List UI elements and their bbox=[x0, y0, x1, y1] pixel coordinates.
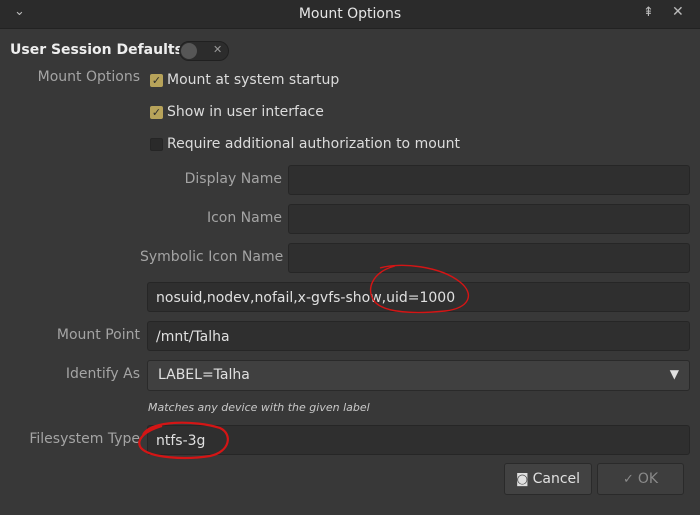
field-value: nosuid,nodev,nofail,x-gvfs-show,uid=1000 bbox=[156, 290, 456, 306]
checkmark-icon: ✓ bbox=[622, 471, 634, 487]
identify-as-label: Identify As bbox=[65, 366, 140, 382]
filesystem-type-field[interactable]: ntfs-3g bbox=[147, 425, 690, 455]
ok-button[interactable]: ✓ OK bbox=[597, 463, 684, 495]
cancel-button[interactable]: ◙ Cancel bbox=[504, 463, 592, 495]
checkbox-show-in-ui[interactable]: ✓ Show in user interface bbox=[150, 102, 324, 122]
checkbox-unchecked-icon[interactable] bbox=[150, 137, 163, 151]
dropdown-arrow-icon: ▼ bbox=[669, 367, 679, 381]
checkbox-checked-icon[interactable]: ✓ bbox=[150, 73, 163, 87]
checkbox-mount-at-startup[interactable]: ✓ Mount at system startup bbox=[150, 70, 339, 90]
toggle-knob bbox=[181, 43, 197, 59]
toggle-off-icon: ✕ bbox=[213, 43, 223, 56]
cancel-icon: ◙ bbox=[515, 471, 529, 487]
window-title: Mount Options bbox=[298, 6, 402, 22]
user-session-defaults-toggle[interactable]: ✕ bbox=[179, 41, 229, 61]
close-icon[interactable]: ✕ bbox=[672, 4, 684, 20]
identify-as-dropdown[interactable]: LABEL=Talha ▼ bbox=[147, 360, 690, 391]
display-name-label: Display Name bbox=[184, 171, 282, 187]
mount-options-label: Mount Options bbox=[37, 69, 140, 85]
checkbox-label: Require additional authorization to moun… bbox=[167, 136, 461, 152]
checkbox-require-authorization[interactable]: Require additional authorization to moun… bbox=[150, 134, 460, 154]
icon-name-field[interactable] bbox=[288, 204, 690, 234]
icon-name-label: Icon Name bbox=[206, 210, 282, 226]
field-value: ntfs-3g bbox=[156, 433, 206, 449]
title-bar: ⌄ Mount Options ⇞ ✕ bbox=[0, 0, 700, 29]
filesystem-type-label: Filesystem Type bbox=[29, 431, 140, 447]
display-name-field[interactable] bbox=[288, 165, 690, 195]
symbolic-icon-name-field[interactable] bbox=[288, 243, 690, 273]
pin-icon[interactable]: ⇞ bbox=[643, 5, 654, 20]
field-value: /mnt/Talha bbox=[156, 329, 230, 345]
checkbox-label: Show in user interface bbox=[167, 104, 324, 120]
section-title: User Session Defaults bbox=[10, 42, 183, 58]
dropdown-value: LABEL=Talha bbox=[158, 367, 250, 383]
mount-point-field[interactable]: /mnt/Talha bbox=[147, 321, 690, 351]
cancel-label: Cancel bbox=[532, 471, 581, 487]
checkbox-checked-icon[interactable]: ✓ bbox=[150, 105, 163, 119]
symbolic-icon-name-label: Symbolic Icon Name bbox=[140, 249, 284, 265]
identify-hint: Matches any device with the given label bbox=[148, 401, 370, 414]
mount-options-field[interactable]: nosuid,nodev,nofail,x-gvfs-show,uid=1000 bbox=[147, 282, 690, 312]
ok-label: OK bbox=[637, 471, 659, 487]
checkbox-label: Mount at system startup bbox=[167, 72, 340, 88]
mount-point-label: Mount Point bbox=[56, 327, 140, 343]
